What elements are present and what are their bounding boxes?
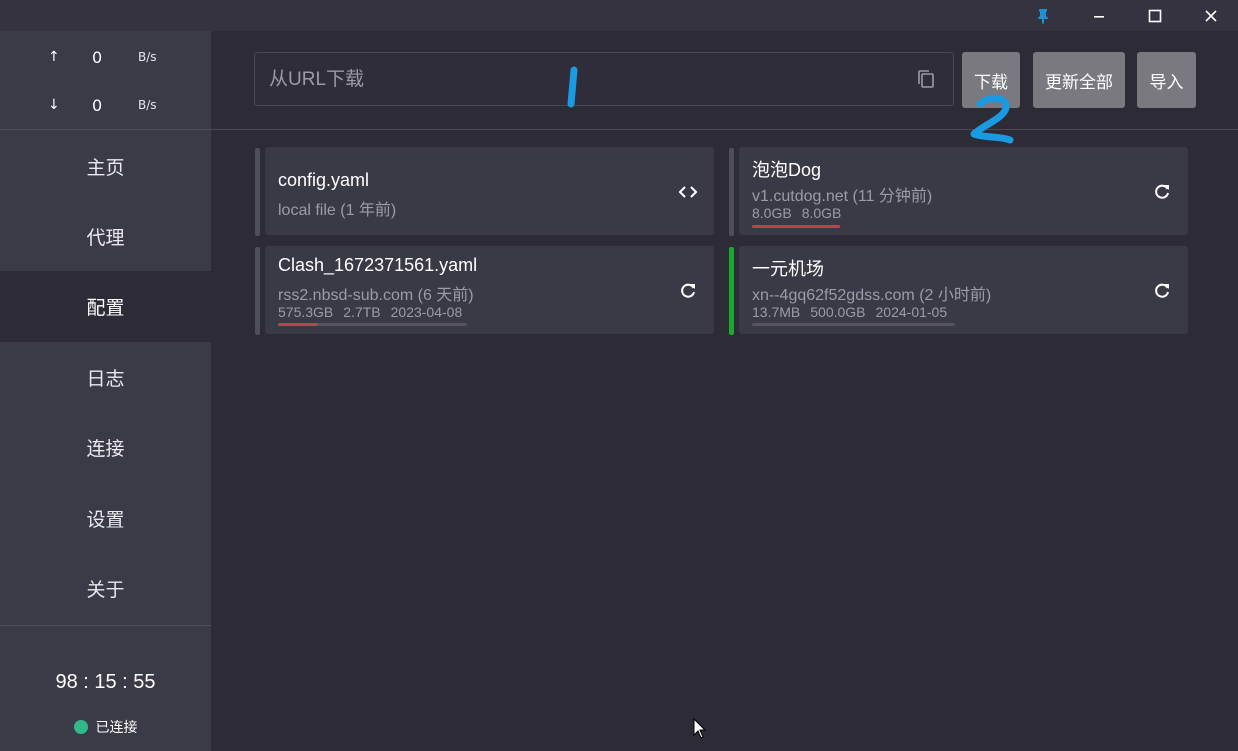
status-dot-icon xyxy=(73,720,88,734)
sidebar-divider-bottom xyxy=(0,625,211,626)
usage-total: 500.0GB xyxy=(810,304,866,320)
profile-title: 泡泡Dog xyxy=(752,160,822,180)
expire-date: 2023-04-08 xyxy=(390,304,463,320)
code-icon[interactable] xyxy=(678,182,698,202)
profile-subtitle: local file (1 年前) xyxy=(278,202,397,219)
profile-indicator xyxy=(255,247,260,335)
sidebar-divider xyxy=(0,129,211,130)
upload-arrow-icon: ↑ xyxy=(48,49,60,65)
paste-icon[interactable] xyxy=(917,69,935,93)
sidebar-item-proxy[interactable]: 代理 xyxy=(0,201,211,271)
close-icon[interactable] xyxy=(1183,0,1238,31)
download-button[interactable]: 下载 xyxy=(962,52,1020,108)
profile-title: 一元机场 xyxy=(752,259,824,279)
download-unit: B/s xyxy=(138,98,157,112)
refresh-icon[interactable] xyxy=(678,281,698,301)
minimize-icon[interactable] xyxy=(1071,0,1127,31)
maximize-icon[interactable] xyxy=(1127,0,1183,31)
pin-icon[interactable] xyxy=(1015,0,1071,31)
status-label: 已连接 xyxy=(95,720,138,736)
profile-card-paopaodog[interactable]: 泡泡Dog v1.cutdog.net (11 分钟前) 8.0GB 8.0GB xyxy=(739,147,1188,235)
sidebar-item-about[interactable]: 关于 xyxy=(0,553,211,623)
usage-total: 8.0GB xyxy=(801,205,842,221)
refresh-icon[interactable] xyxy=(1152,281,1172,301)
download-speed: ↓ 0 B/s xyxy=(0,85,211,125)
profile-indicator xyxy=(729,148,734,236)
sidebar-item-settings[interactable]: 设置 xyxy=(0,483,211,553)
upload-speed: ↑ 0 B/s xyxy=(0,37,211,77)
profile-indicator xyxy=(255,148,260,236)
sidebar-item-home[interactable]: 主页 xyxy=(0,131,211,201)
usage-bar xyxy=(752,225,840,228)
toolbar-divider xyxy=(211,129,1238,130)
usage-used: 13.7MB xyxy=(752,304,801,320)
usage-bar-fill xyxy=(278,323,318,326)
profile-subtitle: v1.cutdog.net (11 分钟前) xyxy=(752,188,933,205)
usage-total: 2.7TB xyxy=(343,304,381,320)
title-bar xyxy=(0,0,1238,31)
sidebar-item-profiles[interactable]: 配置 xyxy=(0,271,211,342)
download-arrow-icon: ↓ xyxy=(48,97,60,113)
profile-subtitle: rss2.nbsd-sub.com (6 天前) xyxy=(278,287,474,304)
url-field xyxy=(254,52,954,107)
connection-status: 已连接 xyxy=(0,717,211,737)
profile-indicator-active xyxy=(729,247,734,335)
uptime-clock: 98 : 15 : 55 xyxy=(55,671,156,693)
download-value: 0 xyxy=(92,95,103,115)
refresh-icon[interactable] xyxy=(1152,182,1172,202)
profile-title: config.yaml xyxy=(278,170,370,190)
expire-date: 2024-01-05 xyxy=(875,304,948,320)
usage-bar xyxy=(752,323,955,326)
update-all-button[interactable]: 更新全部 xyxy=(1033,52,1125,108)
profile-title: Clash_1672371561.yaml xyxy=(278,255,478,275)
usage-bar xyxy=(278,323,467,326)
profile-card-clash[interactable]: Clash_1672371561.yaml rss2.nbsd-sub.com … xyxy=(265,246,714,334)
profile-usage: 13.7MB 500.0GB 2024-01-05 xyxy=(752,304,957,320)
url-input[interactable] xyxy=(267,53,901,107)
upload-value: 0 xyxy=(92,47,103,67)
usage-used: 8.0GB xyxy=(752,205,792,221)
mouse-cursor-icon xyxy=(693,718,707,739)
usage-bar-fill xyxy=(752,225,840,228)
usage-used: 575.3GB xyxy=(278,304,334,320)
profile-usage: 575.3GB 2.7TB 2023-04-08 xyxy=(278,304,472,320)
profile-card-config[interactable]: config.yaml local file (1 年前) xyxy=(265,147,714,235)
import-button[interactable]: 导入 xyxy=(1137,52,1196,108)
sidebar: ↑ 0 B/s ↓ 0 B/s 主页 代理 配置 日志 连接 设置 关于 98 … xyxy=(0,31,211,751)
sidebar-item-logs[interactable]: 日志 xyxy=(0,342,211,412)
profile-card-yiyuan[interactable]: 一元机场 xn--4gq62f52gdss.com (2 小时前) 13.7MB… xyxy=(739,246,1188,334)
profile-subtitle: xn--4gq62f52gdss.com (2 小时前) xyxy=(752,287,992,304)
sidebar-item-connections[interactable]: 连接 xyxy=(0,412,211,482)
profile-usage: 8.0GB 8.0GB xyxy=(752,205,851,221)
upload-unit: B/s xyxy=(138,50,157,64)
